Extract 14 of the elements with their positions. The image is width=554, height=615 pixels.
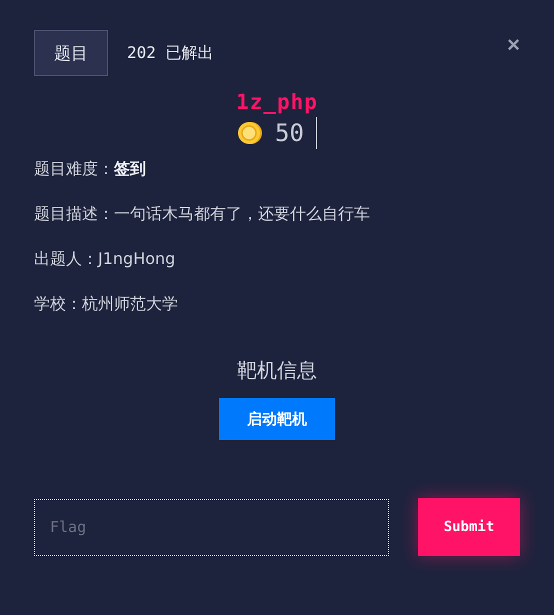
info-line: 学校：杭州师范大学 — [34, 293, 179, 315]
info-line: 题目难度：签到 — [34, 158, 147, 180]
tab[interactable]: 题目 — [34, 30, 108, 76]
challenge-title: 1z_php — [235, 90, 319, 114]
start-button[interactable]: 启动靶机 — [219, 398, 335, 440]
info-line: 出题人：J1ngHong — [34, 248, 176, 270]
info-line: 题目描述：一句话木马都有了，还要什么自行车 — [34, 203, 371, 225]
coin-icon — [237, 120, 264, 146]
solved-count: 202 已解出 — [127, 42, 214, 64]
flag-input[interactable]: Flag — [34, 498, 389, 556]
close-button[interactable]: × — [507, 34, 520, 56]
section-title: 靶机信息 — [237, 357, 317, 384]
points: 50 — [275, 119, 304, 147]
submit-button[interactable]: Submit — [418, 498, 520, 556]
